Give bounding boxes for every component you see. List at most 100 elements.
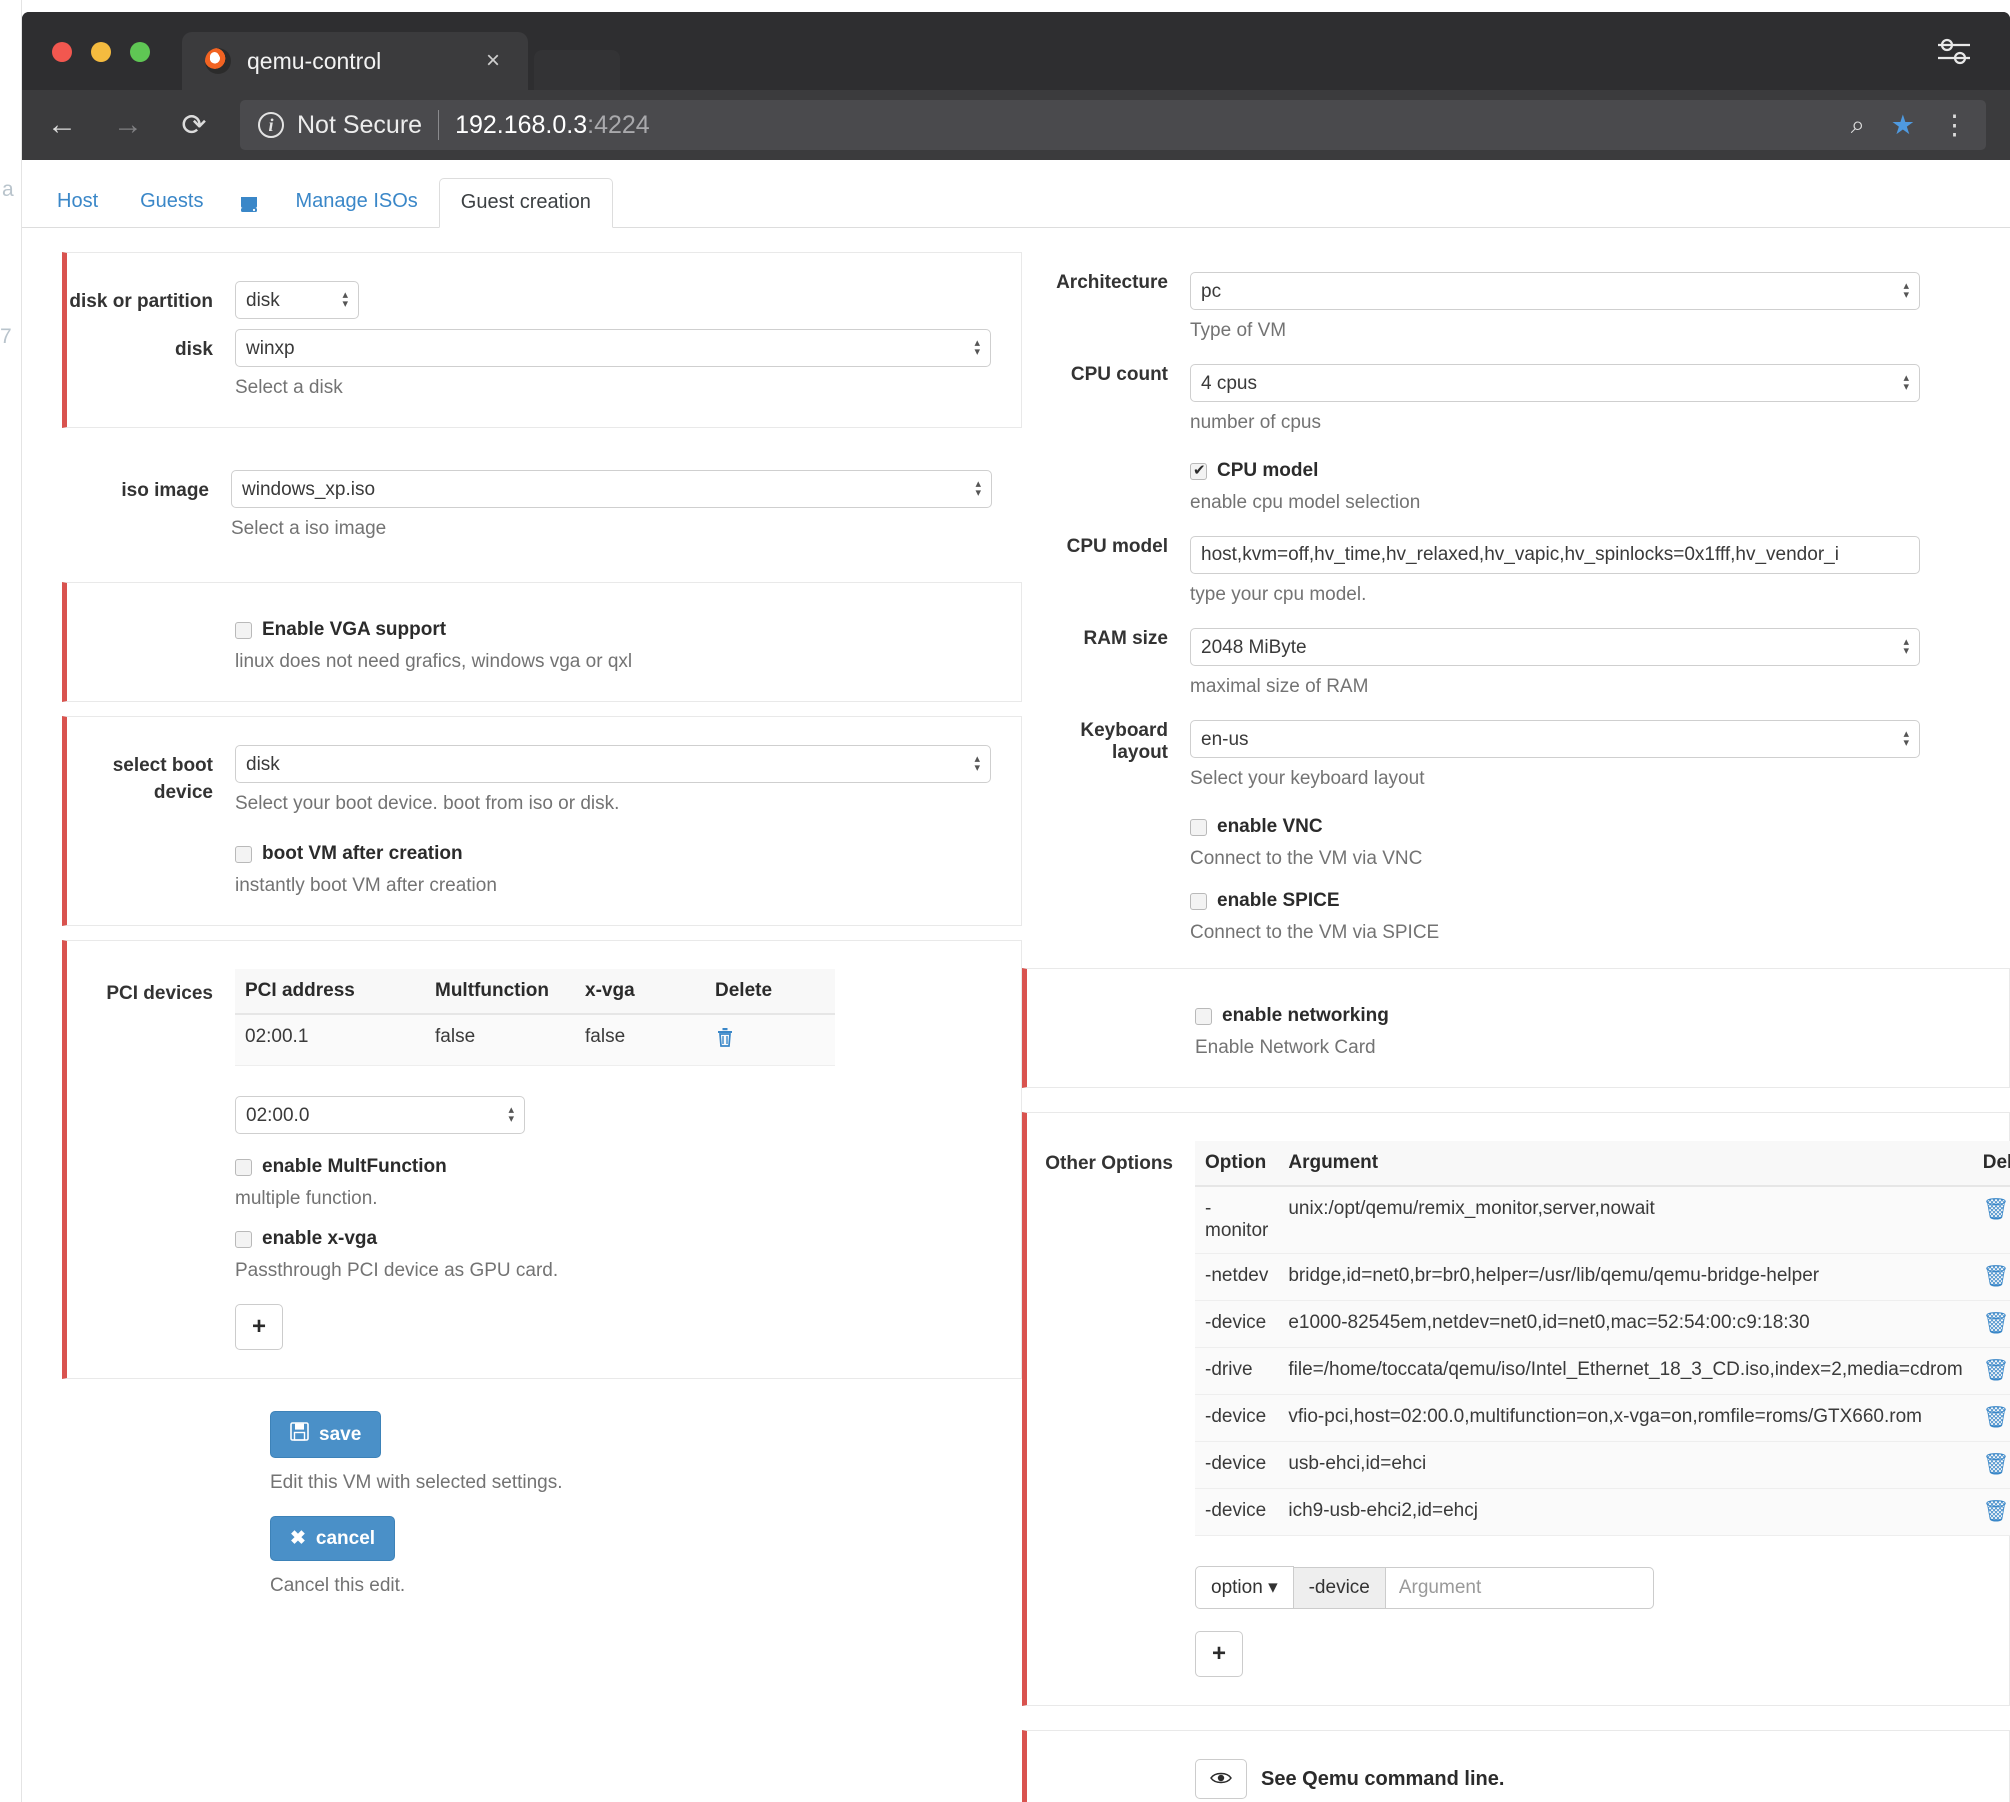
disk-help: Select a disk bbox=[235, 377, 343, 398]
cpu-model-checkbox[interactable] bbox=[1190, 461, 1207, 480]
architecture-row: Architecture pc Type of VM bbox=[1022, 272, 2010, 342]
option-dropdown-button[interactable]: option ▾ bbox=[1195, 1566, 1294, 1609]
delete-icon[interactable]: 🗑 bbox=[1983, 1359, 2010, 1383]
close-window-button[interactable] bbox=[52, 42, 72, 62]
disk-or-partition-select[interactable]: disk bbox=[235, 281, 359, 319]
site-info-icon[interactable]: i bbox=[258, 112, 284, 138]
pci-devices-table: PCI address Multfunction x-vga Delete 02… bbox=[235, 969, 835, 1066]
selected-option-display: -device bbox=[1293, 1566, 1386, 1609]
delete-icon[interactable]: 🗑 bbox=[1983, 1500, 2010, 1524]
xvga-help: Passthrough PCI device as GPU card. bbox=[235, 1260, 559, 1281]
cpu-model-input[interactable] bbox=[1190, 536, 1920, 574]
xvga-checkbox[interactable] bbox=[235, 1230, 252, 1248]
cpu-count-row: CPU count 4 cpus number of cpus CPU mode… bbox=[1022, 364, 2010, 514]
boot-after-creation-checkbox[interactable] bbox=[235, 845, 252, 863]
background-ghost-text-a: a bbox=[2, 178, 14, 201]
forward-button[interactable]: → bbox=[102, 99, 154, 151]
tab-guest-creation[interactable]: Guest creation bbox=[438, 178, 613, 228]
multifunction-checkbox-row[interactable]: enable MultFunction bbox=[235, 1156, 991, 1178]
networking-checkbox[interactable] bbox=[1195, 1007, 1212, 1025]
cancel-button-label: cancel bbox=[315, 1527, 376, 1549]
cpu-count-select[interactable]: 4 cpus bbox=[1190, 364, 1920, 402]
maximize-window-button[interactable] bbox=[130, 42, 150, 62]
cpu-model-toggle-row[interactable]: CPU model bbox=[1190, 460, 1920, 482]
vm-settings-panel: Architecture pc Type of VM CPU count bbox=[1022, 252, 2010, 944]
delete-icon[interactable]: 🗑 bbox=[1983, 1198, 2010, 1222]
option-dropdown-label: option bbox=[1211, 1577, 1263, 1598]
table-row: -drive file=/home/toccata/qemu/iso/Intel… bbox=[1195, 1347, 2010, 1395]
disk-select[interactable]: winxp bbox=[235, 329, 991, 367]
back-button[interactable]: ← bbox=[36, 99, 88, 151]
tab-host[interactable]: Host bbox=[36, 190, 119, 227]
keyboard-layout-select-wrap: en-us bbox=[1190, 720, 1920, 758]
other-options-table: Option Argument Delete -monitor unix:/op… bbox=[1195, 1141, 2010, 1536]
iso-panel: iso image windows_xp.iso Select a iso im… bbox=[62, 442, 1022, 568]
bookmark-star-icon[interactable]: ★ bbox=[1891, 110, 1915, 141]
vnc-checkbox-row[interactable]: enable VNC bbox=[1190, 816, 1920, 838]
tab-hard-disk[interactable] bbox=[224, 194, 274, 227]
other-options-cell-argument: bridge,id=net0,br=br0,helper=/usr/lib/qe… bbox=[1278, 1253, 1973, 1301]
qemu-commandline-panel: See Qemu command line. See Qemu command … bbox=[1022, 1730, 2010, 1802]
vnc-checkbox[interactable] bbox=[1190, 818, 1207, 836]
add-option-button[interactable]: + bbox=[1195, 1631, 1244, 1677]
user-profile-icon[interactable] bbox=[1934, 34, 1974, 68]
reload-button[interactable]: ⟳ bbox=[168, 99, 220, 151]
pci-address-select-wrap: 02:00.0 bbox=[235, 1096, 525, 1134]
xvga-checkbox-row[interactable]: enable x-vga bbox=[235, 1228, 991, 1250]
cpu-model-help: type your cpu model. bbox=[1190, 584, 1367, 605]
disk-label: disk bbox=[174, 339, 213, 360]
minimize-window-button[interactable] bbox=[91, 42, 111, 62]
keyboard-layout-row: Keyboard layout en-us Select your keyboa… bbox=[1022, 720, 2010, 944]
multifunction-checkbox[interactable] bbox=[235, 1158, 252, 1176]
delete-icon[interactable]: 🗑 bbox=[1983, 1406, 2010, 1430]
vnc-help: Connect to the VM via VNC bbox=[1190, 848, 1423, 869]
pci-devices-label: PCI devices bbox=[106, 983, 213, 1004]
vga-checkbox[interactable] bbox=[235, 621, 252, 639]
tab-manage-isos[interactable]: Manage ISOs bbox=[274, 190, 438, 227]
cpu-model-toggle-help: enable cpu model selection bbox=[1190, 492, 1421, 513]
search-icon[interactable]: ⌕ bbox=[1851, 111, 1865, 140]
argument-input[interactable] bbox=[1385, 1566, 1654, 1609]
delete-icon[interactable]: 🗑 bbox=[1983, 1265, 2010, 1289]
architecture-help: Type of VM bbox=[1190, 320, 1287, 341]
delete-icon[interactable] bbox=[715, 1026, 735, 1054]
boot-device-select[interactable]: disk bbox=[235, 745, 991, 783]
keyboard-layout-label: Keyboard layout bbox=[1080, 720, 1168, 763]
close-tab-icon[interactable]: × bbox=[480, 48, 506, 74]
left-column: disk or partition disk disk bbox=[22, 252, 1022, 1802]
other-options-cell-delete: 🗑 bbox=[1972, 1186, 2010, 1254]
save-button[interactable]: save bbox=[270, 1411, 382, 1458]
new-tab-area[interactable] bbox=[534, 50, 620, 90]
pci-address-select[interactable]: 02:00.0 bbox=[235, 1096, 525, 1134]
iso-image-select[interactable]: windows_xp.iso bbox=[231, 470, 992, 508]
browser-menu-icon[interactable]: ⋮ bbox=[1941, 111, 1968, 139]
other-options-cell-delete: 🗑 bbox=[1972, 1441, 2010, 1489]
spice-checkbox[interactable] bbox=[1190, 892, 1207, 910]
architecture-select[interactable]: pc bbox=[1190, 272, 1920, 310]
cancel-button[interactable]: ✖ cancel bbox=[270, 1516, 396, 1561]
table-row: -netdev bridge,id=net0,br=br0,helper=/us… bbox=[1195, 1253, 2010, 1301]
ram-size-select[interactable]: 2048 MiByte bbox=[1190, 628, 1920, 666]
browser-tab[interactable]: qemu-control × bbox=[182, 32, 528, 90]
networking-panel: enable networking Enable Network Card bbox=[1022, 968, 2010, 1088]
iso-image-row: iso image windows_xp.iso Select a iso im… bbox=[63, 470, 1022, 540]
address-bar[interactable]: i Not Secure 192.168.0.3 :4224 ⌕ ★ ⋮ bbox=[240, 100, 1986, 150]
see-qemu-commandline-button[interactable] bbox=[1195, 1759, 1247, 1799]
delete-icon[interactable]: 🗑 bbox=[1983, 1312, 2010, 1336]
boot-after-creation-label: boot VM after creation bbox=[262, 843, 463, 864]
add-option-group: option ▾ -device bbox=[1195, 1566, 2010, 1609]
delete-icon[interactable]: 🗑 bbox=[1983, 1453, 2010, 1477]
multifunction-help: multiple function. bbox=[235, 1188, 378, 1209]
networking-checkbox-row[interactable]: enable networking bbox=[1195, 1005, 1919, 1027]
tab-guests[interactable]: Guests bbox=[119, 190, 224, 227]
vga-checkbox-row[interactable]: Enable VGA support bbox=[235, 619, 991, 641]
browser-window: qemu-control × ← → ⟳ i Not Secure 192.16… bbox=[22, 12, 2010, 160]
boot-after-creation-checkbox-row[interactable]: boot VM after creation bbox=[235, 843, 991, 865]
add-pci-device-button[interactable]: + bbox=[235, 1304, 284, 1350]
table-row: -device e1000-82545em,netdev=net0,id=net… bbox=[1195, 1300, 2010, 1348]
other-options-cell-argument: file=/home/toccata/qemu/iso/Intel_Ethern… bbox=[1278, 1347, 1973, 1395]
spice-checkbox-row[interactable]: enable SPICE bbox=[1190, 890, 1920, 912]
other-options-cell-option: -device bbox=[1195, 1394, 1279, 1442]
boot-device-row: select boot device disk Select your boot… bbox=[67, 745, 1021, 897]
keyboard-layout-select[interactable]: en-us bbox=[1190, 720, 1920, 758]
